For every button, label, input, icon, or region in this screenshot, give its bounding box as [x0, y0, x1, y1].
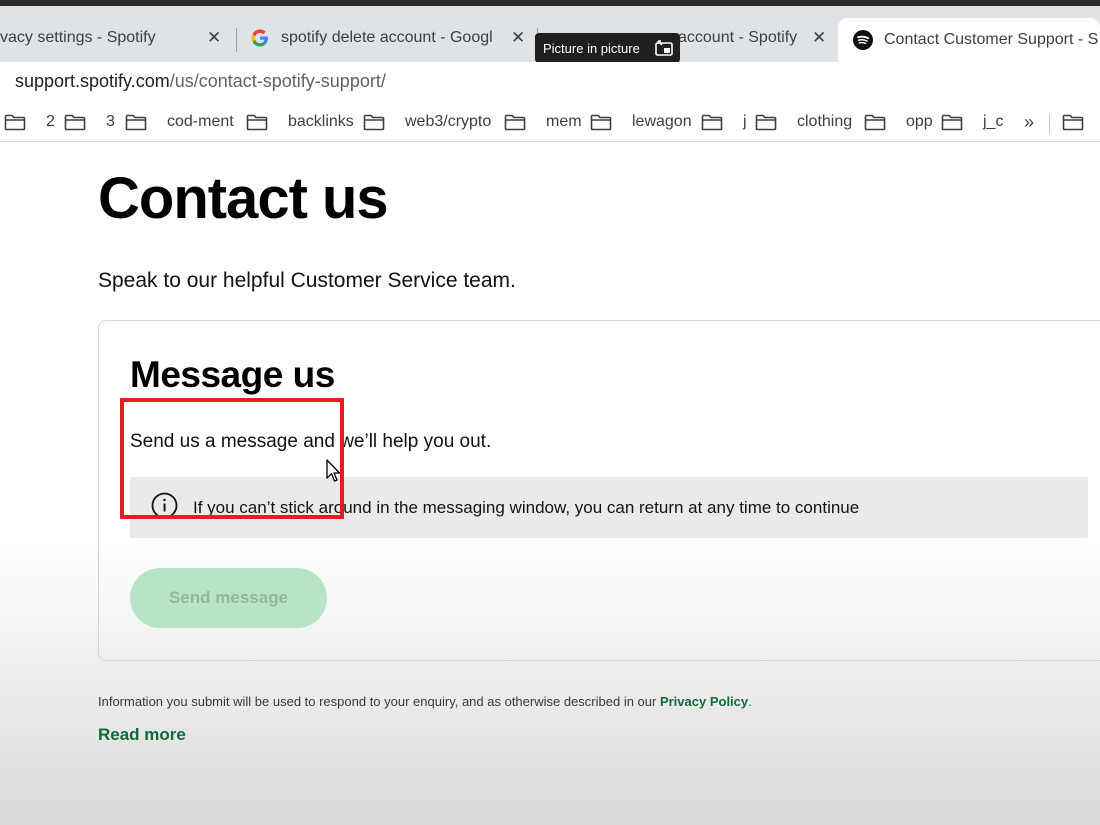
tab-bar: vacy settings - Spotify ✕ spotify delete…: [0, 6, 1100, 63]
close-icon[interactable]: ✕: [207, 28, 221, 48]
bookmark-label: opp: [906, 113, 933, 130]
close-icon[interactable]: ✕: [812, 28, 826, 48]
bookmark-label: cod-ment: [167, 113, 234, 130]
privacy-text: Information you submit will be used to r…: [98, 694, 660, 709]
tab-title: Contact Customer Support - S: [884, 31, 1099, 48]
bookmark-folder[interactable]: cod-ment: [125, 113, 234, 131]
card-title: Message us: [130, 354, 335, 395]
bookmark-folder[interactable]: C: [1062, 113, 1100, 131]
bookmark-folder[interactable]: opp: [864, 113, 933, 131]
url-text[interactable]: support.spotify.com/us/contact-spotify-s…: [15, 71, 386, 92]
tab-separator: [236, 28, 237, 52]
folder-icon: [1062, 114, 1094, 131]
bookmark-label: clothing: [797, 113, 853, 130]
tab-contact-support[interactable]: Contact Customer Support - S: [838, 18, 1100, 62]
send-message-button[interactable]: Send message: [130, 568, 327, 628]
bookmark-label: 3: [106, 113, 115, 130]
bookmark-folder[interactable]: clothing: [755, 113, 852, 131]
mouse-cursor-icon: [325, 459, 341, 488]
google-icon: [250, 28, 270, 53]
folder-icon: [755, 114, 787, 131]
tab-privacy-settings[interactable]: vacy settings - Spotify ✕: [0, 18, 228, 58]
bookmark-folder[interactable]: j_c: [941, 113, 1003, 131]
pip-label: Picture in picture: [543, 40, 640, 56]
spotify-icon: [853, 30, 873, 55]
folder-icon: [504, 114, 536, 131]
folder-icon: [590, 114, 622, 131]
picture-in-picture-tooltip: Picture in picture: [535, 33, 680, 63]
highlight-box: [120, 398, 344, 519]
folder-icon: [246, 114, 278, 131]
privacy-note: Information you submit will be used to r…: [98, 694, 752, 709]
bookmark-label: mem: [546, 113, 582, 130]
folder-icon: [941, 114, 973, 131]
bookmark-label: backlinks: [288, 113, 354, 130]
bookmark-folder[interactable]: web3/crypto: [363, 113, 491, 131]
bookmark-label: lewagon: [632, 113, 692, 130]
page-title: Contact us: [98, 166, 389, 231]
bookmark-label: j_c: [983, 113, 1004, 130]
tab-title: spotify delete account - Googl: [281, 29, 493, 46]
address-bar[interactable]: support.spotify.com/us/contact-spotify-s…: [0, 62, 1100, 102]
tab-title: vacy settings - Spotify: [0, 29, 156, 46]
tab-title: account - Spotify: [678, 29, 798, 46]
folder-icon: [864, 114, 896, 131]
folder-icon: [701, 114, 733, 131]
privacy-end: .: [748, 694, 752, 709]
bookmark-label: j: [743, 113, 747, 130]
pip-icon[interactable]: [655, 39, 673, 60]
close-icon[interactable]: ✕: [511, 28, 525, 48]
url-path: /us/contact-spotify-support/: [169, 71, 386, 91]
read-more-link[interactable]: Read more: [98, 725, 186, 745]
bookmark-folder[interactable]: 2: [4, 113, 55, 131]
bookmarks-separator: [1049, 114, 1050, 134]
bookmarks-bar: 2 3 cod-ment backlinks web3/crypto mem l…: [0, 102, 1100, 142]
bookmark-label: web3/crypto: [405, 113, 492, 130]
bookmarks-overflow-chevron-icon[interactable]: »: [1024, 112, 1034, 133]
privacy-policy-link[interactable]: Privacy Policy: [660, 694, 748, 709]
tab-google-search[interactable]: spotify delete account - Googl ✕: [250, 18, 530, 58]
folder-icon: [363, 114, 395, 131]
page-subtitle: Speak to our helpful Customer Service te…: [98, 269, 516, 292]
bookmark-folder[interactable]: mem: [504, 113, 582, 131]
folder-icon: [4, 114, 36, 131]
bookmark-label: 2: [46, 113, 55, 130]
bookmark-folder[interactable]: 3: [64, 113, 115, 131]
folder-icon: [125, 114, 157, 131]
bookmark-folder[interactable]: lewagon: [590, 113, 692, 131]
bookmark-folder[interactable]: j: [701, 113, 747, 131]
folder-icon: [64, 114, 96, 131]
bookmark-folder[interactable]: backlinks: [246, 113, 354, 131]
url-host: support.spotify.com: [15, 71, 170, 91]
